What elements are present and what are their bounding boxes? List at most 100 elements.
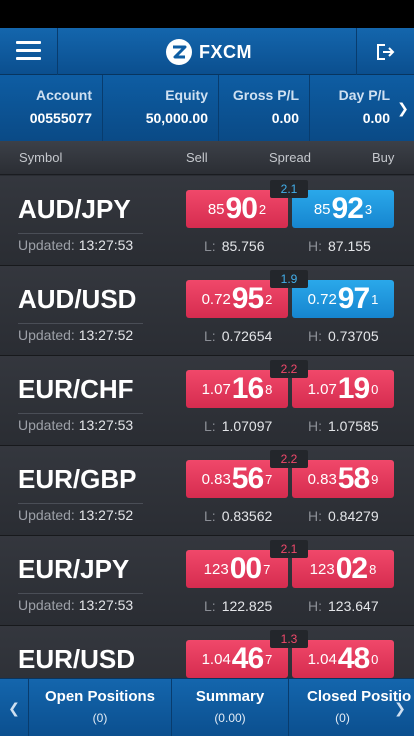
sell-price-prefix: 123 [203, 560, 229, 578]
symbol-underline [18, 503, 143, 504]
sell-price-big: 90 [225, 192, 258, 225]
buy-price-big: 97 [337, 282, 370, 315]
chevron-left-icon[interactable]: ❮ [0, 679, 28, 736]
hamburger-icon [16, 57, 41, 60]
low-label: L: [204, 598, 216, 614]
low-price: L: 1.07097 [204, 418, 272, 434]
account-label: Account [36, 87, 92, 103]
chevron-right-icon[interactable]: ❯ [392, 75, 414, 141]
high-value: 87.155 [328, 238, 371, 254]
equity-column: Equity 50,000.00 [103, 75, 219, 141]
low-label: L: [204, 328, 216, 344]
sell-price-pip: 2 [258, 201, 267, 217]
buy-price-big: 92 [331, 192, 364, 225]
updated-time: Updated: 13:27:53 [18, 597, 133, 613]
equity-value: 50,000.00 [145, 110, 208, 126]
low-value: 85.756 [221, 238, 265, 254]
buy-price-prefix: 0.83 [307, 470, 337, 488]
sell-price-pip: 7 [265, 471, 273, 487]
updated-label: Updated: [18, 507, 75, 523]
day-pl-label: Day P/L [338, 87, 390, 103]
sell-header[interactable]: Sell [186, 150, 208, 165]
account-column: Account 00555077 [0, 75, 103, 141]
low-price: L: 122.825 [204, 598, 272, 614]
buy-price-big: 19 [337, 372, 370, 405]
tab-open-positions-count: (0) [92, 711, 108, 725]
high-price: H: 0.73705 [308, 328, 379, 344]
high-value: 1.07585 [328, 418, 379, 434]
low-value: 1.07097 [221, 418, 273, 434]
high-label: H: [308, 238, 322, 254]
updated-time: Updated: 13:27:53 [18, 417, 133, 433]
spread-badge: 1.9 [270, 270, 308, 288]
low-value: 122.825 [221, 598, 273, 614]
tab-summary[interactable]: Summary (0.00) [171, 679, 288, 736]
buy-price-pip: 3 [364, 201, 373, 217]
low-label: L: [204, 418, 216, 434]
gross-pl-column: Gross P/L 0.00 [219, 75, 310, 141]
buy-price-big: 48 [337, 642, 370, 675]
updated-value: 13:27:53 [78, 597, 134, 613]
sell-price-prefix: 1.07 [201, 380, 231, 398]
spread-badge: 2.2 [270, 450, 308, 468]
buy-price-pip: 8 [369, 561, 377, 577]
buy-price-prefix: 85 [313, 200, 331, 218]
spread-header[interactable]: Spread [269, 150, 311, 165]
hamburger-icon [16, 41, 41, 44]
top-navigation-bar: FXCM [0, 28, 414, 75]
account-summary-bar: Account 00555077 Equity 50,000.00 Gross … [0, 75, 414, 141]
buy-price-prefix: 0.72 [307, 290, 337, 308]
equity-label: Equity [165, 87, 208, 103]
high-value: 0.73705 [328, 328, 379, 344]
spread-badge: 2.2 [270, 360, 308, 378]
sell-price-prefix: 0.83 [201, 470, 231, 488]
low-price: L: 85.756 [204, 238, 265, 254]
buy-price-prefix: 123 [309, 560, 335, 578]
app-logo: FXCM [166, 39, 252, 65]
high-price: H: 0.84279 [308, 508, 379, 524]
spread-badge: 1.3 [270, 630, 308, 648]
status-bar [0, 0, 414, 28]
buy-price-prefix: 1.07 [307, 380, 337, 398]
low-price: L: 0.83562 [204, 508, 272, 524]
menu-button[interactable] [0, 28, 58, 75]
sell-price-pip: 2 [265, 291, 273, 307]
buy-price-pip: 9 [371, 471, 379, 487]
symbol-name: AUD/USD [18, 284, 137, 314]
logout-button[interactable] [356, 28, 414, 75]
symbol-name: EUR/JPY [18, 554, 130, 584]
updated-time: Updated: 13:27:53 [18, 237, 133, 253]
updated-value: 13:27:52 [78, 507, 134, 523]
symbol-name: AUD/JPY [18, 194, 131, 224]
symbol-header[interactable]: Symbol [19, 150, 62, 165]
rate-row[interactable]: EUR/JPY Updated: 13:27:53 2.1 123 00 7 123 02 8 L… [0, 536, 414, 626]
chevron-right-icon[interactable]: ❯ [386, 679, 414, 736]
updated-time: Updated: 13:27:52 [18, 327, 133, 343]
tab-open-positions[interactable]: Open Positions (0) [28, 679, 171, 736]
symbol-underline [18, 233, 143, 234]
sell-price-big: 95 [231, 282, 264, 315]
gross-pl-value: 0.00 [271, 110, 299, 126]
symbol-underline [18, 593, 143, 594]
rate-row[interactable]: AUD/JPY Updated: 13:27:53 2.1 85 90 2 85 92 3 L: 8… [0, 176, 414, 266]
spread-badge: 2.1 [270, 180, 308, 198]
sell-price-pip: 8 [265, 381, 273, 397]
rate-row[interactable]: AUD/USD Updated: 13:27:52 1.9 0.72 95 2 0.72 97… [0, 266, 414, 356]
symbol-name: EUR/CHF [18, 374, 134, 404]
high-label: H: [308, 418, 322, 434]
high-value: 0.84279 [328, 508, 379, 524]
buy-header[interactable]: Buy [372, 150, 394, 165]
rate-row[interactable]: EUR/CHF Updated: 13:27:53 2.2 1.07 16 8 1.07 19… [0, 356, 414, 446]
rate-row[interactable]: EUR/GBP Updated: 13:27:52 2.2 0.83 56 7 0.83 58… [0, 446, 414, 536]
updated-label: Updated: [18, 597, 75, 613]
account-value: 00555077 [29, 110, 92, 126]
updated-value: 13:27:52 [78, 327, 134, 343]
buy-price-pip: 0 [371, 381, 379, 397]
low-label: L: [204, 238, 216, 254]
symbol-name: EUR/USD [18, 644, 136, 674]
updated-time: Updated: 13:27:52 [18, 507, 133, 523]
updated-value: 13:27:53 [78, 237, 134, 253]
sell-price-big: 00 [229, 552, 262, 585]
tab-summary-title: Summary [195, 688, 265, 705]
buy-price-big: 58 [337, 462, 370, 495]
